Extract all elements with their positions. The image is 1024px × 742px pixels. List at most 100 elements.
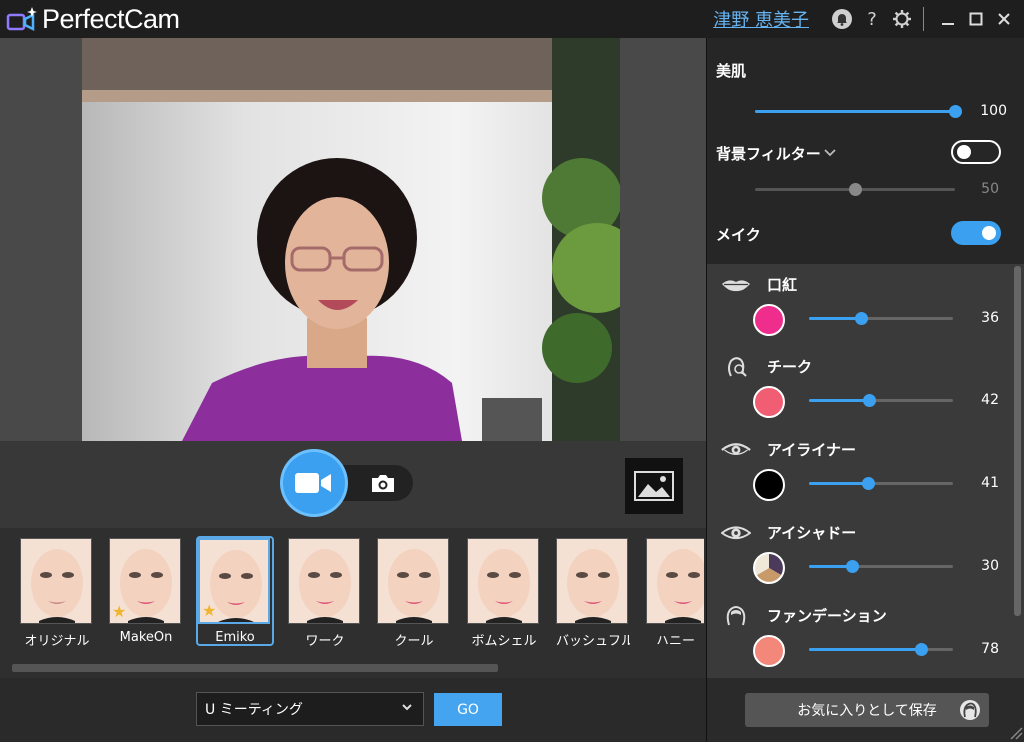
makeup-list: 口紅 36 チーク 42 アイライナー 41 アイシャドー 30 ファンデーショ… [707,264,1024,678]
color-swatch[interactable] [753,469,785,501]
video-mode-button[interactable] [283,452,345,514]
chevron-down-icon[interactable] [823,147,837,159]
app-title: PerfectCam [42,3,180,34]
makeup-scrollbar[interactable] [1014,266,1021,616]
camera-preview [82,38,620,441]
makeup-slider[interactable] [809,558,953,576]
meeting-footer: U ミーティング GO [0,678,706,742]
resize-grip-icon[interactable] [1009,726,1023,740]
preset-label: バッシュフル [556,634,630,649]
lips-icon [721,274,751,296]
preset-thumbnail[interactable]: バッシュフル [556,538,630,649]
makeup-value: 42 [981,392,999,408]
background-filter-label[interactable]: 背景フィルター [716,143,821,164]
preset-face-image [377,538,449,624]
preset-label: ボムシェル [471,634,537,649]
makeup-value: 30 [981,558,999,574]
preset-face-image: ★ [198,538,270,624]
face-profile-icon [960,700,980,720]
preset-face-image [288,538,360,624]
makeup-item-lipstick: 口紅 36 [707,264,1013,346]
makeup-item-label: チーク [767,358,813,376]
eyeshadow-palette-swatch[interactable] [753,552,785,584]
preset-gallery: オリジナル ★ MakeOn ★ Emiko ワーク クール ボムシェル バッシ… [0,528,706,678]
help-icon[interactable]: ? [857,0,887,38]
star-icon: ★ [202,601,217,620]
color-swatch[interactable] [753,304,785,336]
preset-label: ハニー [656,634,696,644]
username-link[interactable]: 津野 恵美子 [713,6,809,32]
color-swatch[interactable] [753,635,785,667]
makeup-item-label: 口紅 [767,276,798,294]
makeup-item-label: アイシャドー [767,524,857,542]
main-area: オリジナル ★ MakeOn ★ Emiko ワーク クール ボムシェル バッシ… [0,38,706,742]
makeup-slider[interactable] [809,475,953,493]
photo-mode-button[interactable] [369,472,397,494]
preset-thumbnail[interactable]: ボムシェル [467,538,541,649]
meeting-app-select[interactable]: U ミーティング [196,692,424,726]
makeup-item-foundation: ファンデーション 78 [707,595,1013,677]
makeup-label: メイク [716,226,761,244]
minimize-button[interactable] [934,0,962,38]
camera-feed-image [82,38,620,441]
preset-face-image [467,538,539,624]
preset-face-image [20,538,92,624]
eye-icon [721,522,751,544]
blush-icon [721,356,751,378]
makeup-item-eyeliner: アイライナー 41 [707,429,1013,511]
preset-face-image: ★ [109,538,181,624]
star-icon: ★ [112,602,127,621]
perfectcam-logo-icon [6,7,37,32]
makeup-item-eyeshadow: アイシャドー 30 [707,512,1013,594]
video-camera-icon [295,473,331,493]
preset-thumbnail[interactable]: ハニー [646,538,704,644]
save-favorite-button[interactable]: お気に入りとして保存 [745,693,989,727]
titlebar-divider [923,7,924,31]
makeup-value: 78 [981,641,999,657]
background-filter-slider[interactable] [755,181,955,199]
settings-panel: 美肌 100 背景フィルター 50 メイク 口紅 36 チーク 42 アイライナ… [706,38,1024,742]
preset-face-image [556,538,628,624]
color-swatch[interactable] [753,386,785,418]
image-icon [634,471,674,501]
makeup-slider[interactable] [809,392,953,410]
preset-thumbnail[interactable]: クール [377,538,451,649]
title-bar: PerfectCam 津野 恵美子 ? [0,0,1024,38]
skin-slider[interactable] [755,103,962,121]
chevron-down-icon [401,701,413,717]
capture-mode-switch[interactable] [283,452,413,514]
preset-thumbnail[interactable]: ワーク [288,538,362,649]
face-icon [721,605,751,627]
preset-thumbnail-selected[interactable]: ★ Emiko [196,536,274,646]
makeup-toggle[interactable] [951,221,1001,245]
gallery-button[interactable] [625,458,683,514]
preset-thumbnail[interactable]: オリジナル [20,538,94,649]
preset-scrollbar[interactable] [12,664,498,672]
preset-thumbnail[interactable]: ★ MakeOn [109,538,183,645]
preset-face-image [646,538,704,624]
eye-icon [721,439,751,461]
makeup-item-label: ファンデーション [767,607,887,625]
favorite-footer: お気に入りとして保存 [707,678,1024,742]
preset-label: Emiko [215,630,255,645]
preset-label: MakeOn [119,630,173,645]
background-filter-value: 50 [981,181,999,197]
makeup-slider[interactable] [809,310,953,328]
capture-control-bar [0,441,706,528]
makeup-item-blush: チーク 42 [707,346,1013,428]
go-button[interactable]: GO [434,693,502,726]
makeup-slider[interactable] [809,641,953,659]
app-logo: PerfectCam [6,4,180,35]
maximize-button[interactable] [962,0,990,38]
gear-icon[interactable] [887,0,917,38]
makeup-value: 36 [981,310,999,326]
makeup-item-label: アイライナー [767,441,856,459]
background-filter-toggle[interactable] [951,140,1001,164]
meeting-app-value: U ミーティング [205,702,303,718]
preset-label: オリジナル [24,634,90,649]
close-button[interactable] [990,0,1018,38]
notification-bell-icon[interactable] [827,0,857,38]
camera-icon [372,475,394,492]
skin-label: 美肌 [716,62,747,80]
preset-label: ワーク [305,634,345,649]
